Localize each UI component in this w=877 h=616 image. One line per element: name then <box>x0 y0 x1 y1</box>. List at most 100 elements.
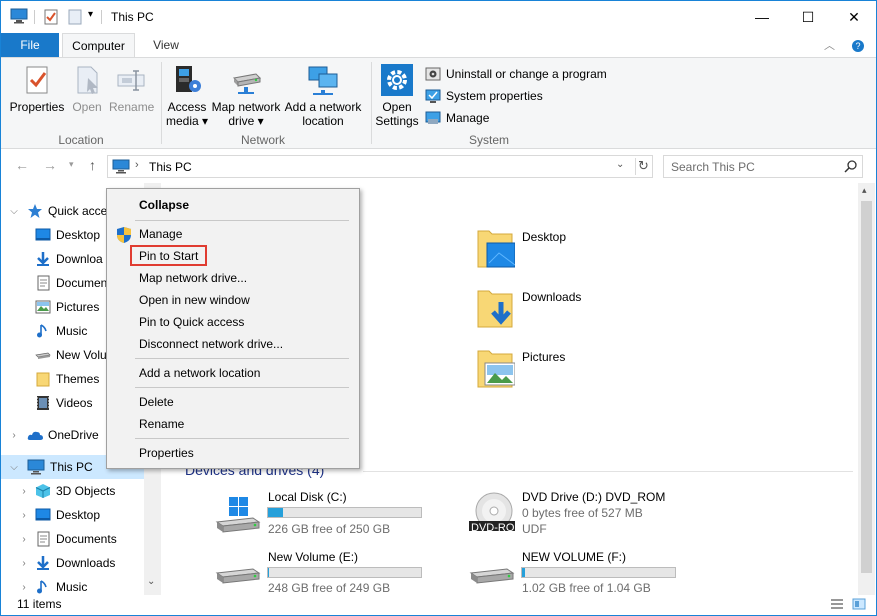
expand-chevron-icon[interactable]: › <box>17 582 31 593</box>
manage-button[interactable]: Manage <box>425 108 489 128</box>
address-bar[interactable]: › This PC ⌄ ↻ <box>107 155 653 178</box>
recent-locations-chevron-icon[interactable]: ▾ <box>69 159 74 170</box>
drive-free-space: 226 GB free of 250 GB <box>268 522 391 536</box>
pictures-icon <box>35 299 51 315</box>
search-box[interactable]: Search This PC <box>663 155 863 178</box>
add-network-location-button[interactable]: Add a network location <box>283 64 363 128</box>
up-arrow-icon[interactable]: ↑ <box>89 157 96 173</box>
scroll-up-arrow-icon[interactable]: ▴ <box>862 185 867 196</box>
properties-icon <box>26 66 48 94</box>
map-network-drive-label-2: drive ▾ <box>228 114 264 128</box>
content-scrollbar-thumb[interactable] <box>861 201 872 573</box>
details-view-icon[interactable] <box>830 598 844 610</box>
expand-chevron-icon[interactable]: › <box>17 534 31 545</box>
menu-item-properties[interactable]: Properties <box>139 443 194 463</box>
access-media-button[interactable]: Access media ▾ <box>165 64 209 128</box>
expand-chevron-icon[interactable]: ⌵ <box>7 206 21 217</box>
minimize-button[interactable]: — <box>739 1 785 33</box>
nav-pc-music[interactable]: › Music <box>1 575 146 595</box>
nav-item-label: Desktop <box>56 228 101 242</box>
system-properties-icon <box>425 89 441 103</box>
address-history-chevron-icon[interactable]: ⌄ <box>616 159 624 170</box>
drive-free-space: 1.02 GB free of 1.04 GB <box>522 581 651 595</box>
open-button[interactable]: Open <box>69 64 105 114</box>
scroll-down-chevron-icon[interactable]: ⌄ <box>147 576 155 587</box>
large-icons-view-icon[interactable] <box>852 598 866 610</box>
search-placeholder: Search This PC <box>671 160 755 174</box>
forward-arrow-icon[interactable]: → <box>43 157 57 173</box>
menu-item-disconnect-network-drive[interactable]: Disconnect network drive... <box>139 334 283 354</box>
download-arrow-icon <box>35 251 51 267</box>
drive-usage-bar <box>267 507 422 518</box>
ribbon: Properties Open Rename Location Access m… <box>1 57 876 149</box>
star-icon <box>27 203 43 219</box>
nav-item-label: Themes <box>56 372 100 386</box>
menu-item-pin-quick-access[interactable]: Pin to Quick access <box>139 312 244 332</box>
menu-item-pin-to-start[interactable]: Pin to Start <box>139 246 198 266</box>
drive-usage-fill <box>268 568 269 577</box>
address-path: This PC <box>149 160 192 174</box>
uninstall-program-button[interactable]: Uninstall or change a program <box>425 64 607 84</box>
expand-chevron-icon[interactable]: › <box>17 486 31 497</box>
access-media-label-1: Access <box>167 100 207 114</box>
download-arrow-icon <box>35 555 51 571</box>
map-network-drive-label-1: Map network <box>211 100 281 114</box>
nav-item-label: Downloa <box>56 252 103 266</box>
nav-pc-documents[interactable]: › Documents <box>1 527 146 551</box>
back-arrow-icon[interactable]: ← <box>15 157 29 173</box>
maximize-button[interactable]: ☐ <box>785 1 831 33</box>
nav-item-label: Music <box>56 324 88 338</box>
menu-item-open-new-window[interactable]: Open in new window <box>139 290 250 310</box>
new-folder-quick-icon[interactable] <box>67 9 83 25</box>
music-note-icon <box>35 323 51 339</box>
refresh-icon[interactable]: ↻ <box>638 158 649 174</box>
help-icon[interactable]: ? <box>852 40 864 52</box>
tab-file[interactable]: File <box>1 33 59 57</box>
network-location-icon <box>308 66 338 95</box>
context-menu: Collapse Manage Pin to Start Map network… <box>106 188 360 469</box>
rename-button[interactable]: Rename <box>109 64 154 114</box>
title-bar: ▾ This PC — ☐ ✕ <box>1 1 876 33</box>
menu-item-manage[interactable]: Manage <box>139 224 182 244</box>
menu-item-map-network-drive[interactable]: Map network drive... <box>139 268 247 288</box>
open-settings-label-2: Settings <box>375 114 419 128</box>
status-bar: 11 items <box>1 595 876 615</box>
menu-item-rename[interactable]: Rename <box>139 414 184 434</box>
menu-item-delete[interactable]: Delete <box>139 392 174 412</box>
open-settings-button[interactable]: Open Settings <box>375 64 419 128</box>
manage-icon <box>425 111 441 124</box>
system-properties-button[interactable]: System properties <box>425 86 543 106</box>
desktop-icon <box>35 227 51 243</box>
menu-item-add-network-location[interactable]: Add a network location <box>139 363 260 383</box>
settings-gear-icon <box>381 64 413 96</box>
nav-pc-3d-objects[interactable]: › 3D Objects <box>1 479 146 503</box>
documents-icon <box>35 531 51 547</box>
drive-usage-fill <box>522 568 526 577</box>
nav-pc-downloads[interactable]: › Downloads <box>1 551 146 575</box>
drive-usage-fill <box>268 508 283 517</box>
expand-chevron-icon[interactable]: › <box>17 510 31 521</box>
properties-button[interactable]: Properties <box>9 64 65 114</box>
expand-chevron-icon[interactable]: ⌵ <box>7 462 21 473</box>
folder-icon <box>35 371 51 387</box>
expand-chevron-icon[interactable]: › <box>7 430 21 441</box>
ribbon-divider <box>371 62 372 144</box>
menu-item-collapse[interactable]: Collapse <box>139 195 189 215</box>
downloads-folder-icon <box>477 290 513 328</box>
tab-computer[interactable]: Computer <box>62 33 135 58</box>
network-group-label: Network <box>240 133 285 147</box>
collapse-ribbon-icon[interactable]: ︿ <box>824 40 835 52</box>
expand-chevron-icon[interactable]: › <box>17 558 31 569</box>
nav-pc-desktop[interactable]: › Desktop <box>1 503 146 527</box>
nav-item-label: Videos <box>56 396 93 410</box>
cloud-icon <box>27 427 43 443</box>
customize-quick-access-chevron-icon[interactable]: ▾ <box>88 9 93 20</box>
map-network-drive-button[interactable]: Map network drive ▾ <box>209 64 283 128</box>
music-note-icon <box>35 579 51 595</box>
properties-quick-icon[interactable] <box>43 9 59 25</box>
system-group-label: System <box>468 133 509 147</box>
close-button[interactable]: ✕ <box>831 1 876 33</box>
tab-view[interactable]: View <box>143 33 189 57</box>
open-label: Open <box>72 100 102 114</box>
breadcrumb-chevron-icon[interactable]: › <box>135 159 139 171</box>
